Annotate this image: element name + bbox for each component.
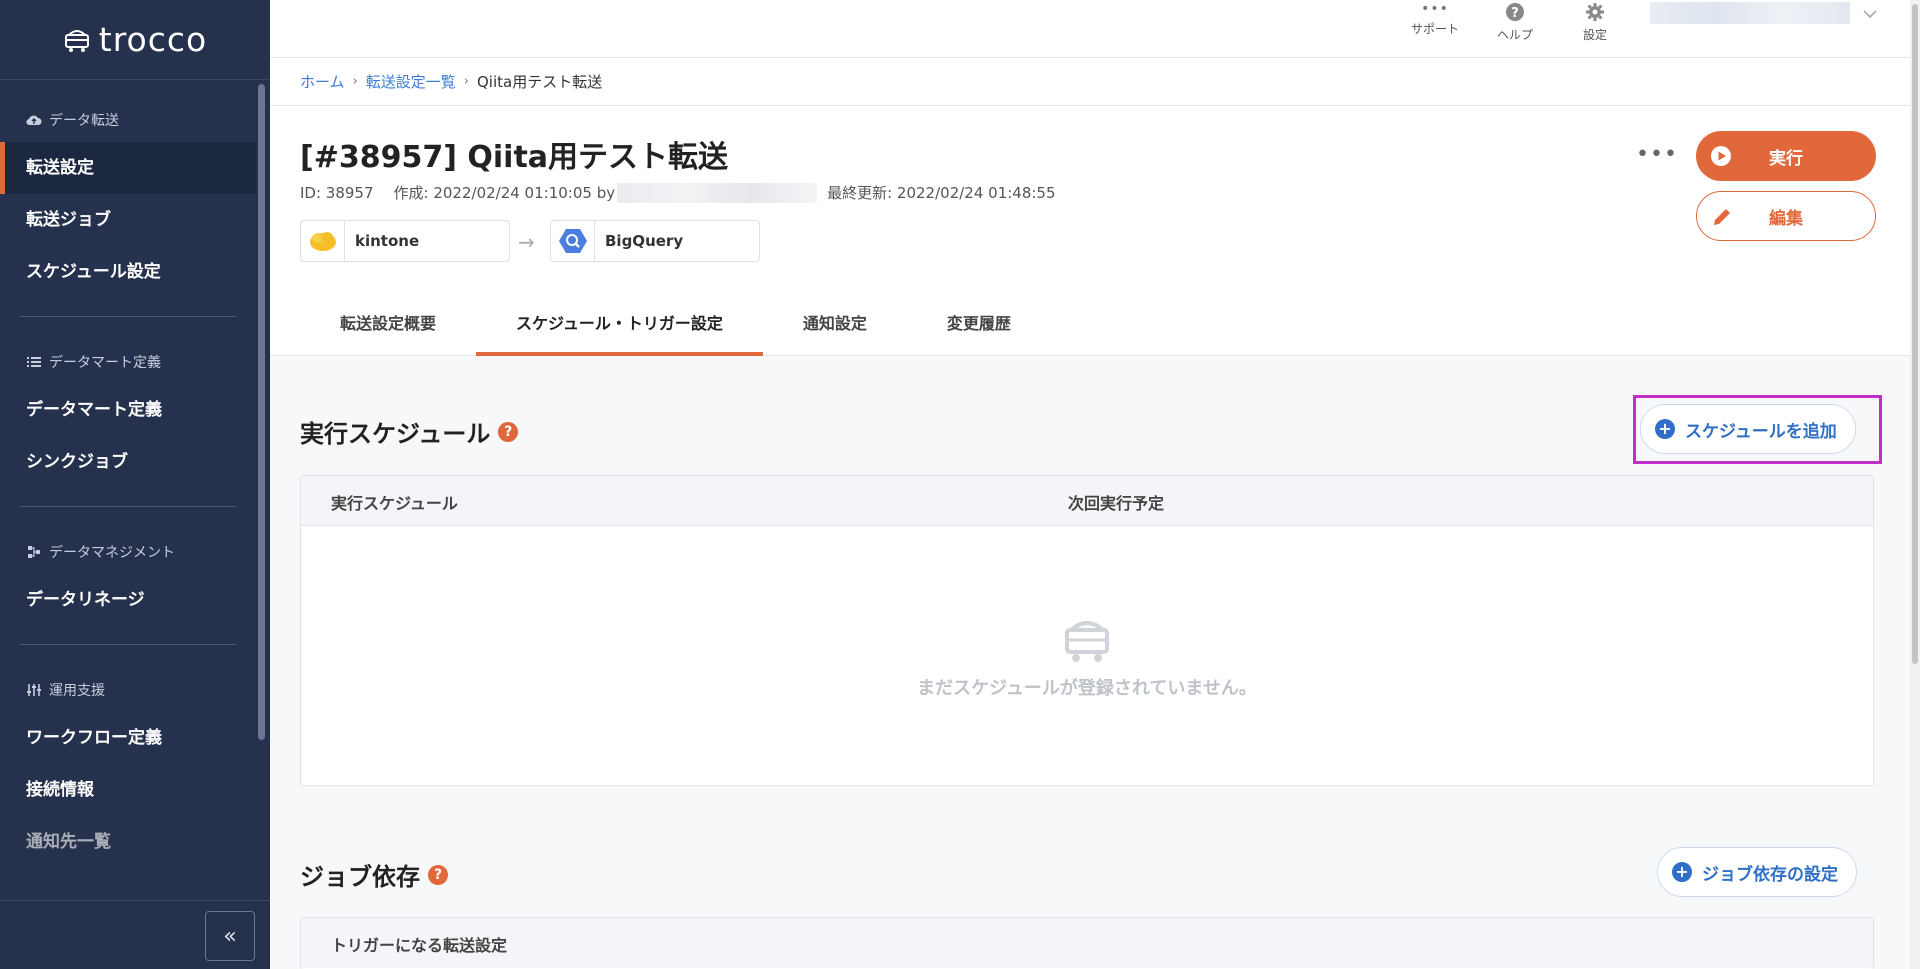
sidebar-footer: « [0, 900, 270, 969]
tabs: 転送設定概要 スケジュール・トリガー設定 通知設定 変更履歴 [270, 292, 1910, 356]
help-label: ヘルプ [1496, 28, 1533, 42]
pencil-icon [1714, 209, 1730, 225]
tab-notification[interactable]: 通知設定 [763, 292, 907, 356]
source-connector[interactable]: kintone [300, 220, 510, 262]
tab-overview[interactable]: 転送設定概要 [300, 292, 476, 356]
sidebar-item-transfer-settings[interactable]: 転送設定 [0, 142, 256, 194]
transfer-header: [#38957] Qiita用テスト転送 ID: 38957 作成: 2022/… [270, 106, 1910, 356]
user-menu-redacted[interactable] [1650, 2, 1850, 24]
breadcrumb-separator: › [352, 74, 358, 89]
tab-history[interactable]: 変更履歴 [907, 292, 1051, 356]
section-head-data-transfer: データ転送 [0, 108, 270, 132]
sidebar-item-schedule-settings[interactable]: スケジュール設定 [0, 246, 270, 298]
breadcrumb-home-link[interactable]: ホーム [300, 71, 345, 92]
sidebar-item-datamart-definition[interactable]: データマート定義 [0, 384, 270, 436]
breadcrumb-current: Qiita用テスト転送 [476, 73, 603, 91]
lineage-icon [26, 545, 42, 559]
breadcrumb-separator: › [463, 74, 469, 89]
empty-trolley-icon [1065, 621, 1109, 662]
breadcrumb-list-link[interactable]: 転送設定一覧 [366, 71, 456, 92]
job-dependency-button[interactable]: + ジョブ依存の設定 [1657, 847, 1857, 897]
help-icon[interactable]: ? [428, 864, 448, 885]
more-options-button[interactable]: ••• [1636, 142, 1678, 167]
column-header-trigger: トリガーになる転送設定 [331, 936, 508, 955]
chevron-down-icon[interactable] [1862, 8, 1878, 20]
schedule-table: 実行スケジュール 次回実行予定 まだスケジュールが登録されていません。 [300, 475, 1874, 786]
double-chevron-left-icon: « [223, 923, 237, 949]
gear-icon [1586, 3, 1604, 21]
sidebar-scrollbar[interactable] [258, 84, 265, 740]
source-name: kintone [355, 232, 420, 250]
logo-text: trocco [98, 20, 208, 59]
edit-label: 編集 [1769, 208, 1803, 229]
bigquery-icon [551, 221, 595, 261]
sidebar-nav[interactable]: データ転送 転送設定 転送ジョブ スケジュール設定 データマート定義 データマー… [0, 80, 270, 900]
section-head-ops-support: 運用支援 [0, 678, 270, 702]
kintone-icon [301, 221, 345, 261]
support-menu[interactable]: ••• サポート [1400, 0, 1470, 58]
help-menu[interactable]: ? ヘルプ [1480, 0, 1550, 58]
sidebar: trocco データ転送 転送設定 転送ジョブ スケジュール設定 データマート定… [0, 0, 270, 969]
page-scrollbar[interactable] [1910, 0, 1920, 969]
cloud-upload-icon [26, 113, 42, 127]
sliders-icon [26, 683, 42, 697]
collapse-sidebar-button[interactable]: « [205, 911, 255, 961]
plus-circle-icon: + [1672, 862, 1692, 882]
logo[interactable]: trocco [0, 0, 270, 80]
sidebar-item-transfer-jobs[interactable]: 転送ジョブ [0, 194, 270, 246]
dots-icon: ••• [1421, 1, 1449, 17]
sidebar-item-sync-jobs[interactable]: シンクジョブ [0, 436, 270, 488]
section-head-datamart: データマート定義 [0, 350, 270, 374]
support-label: サポート [1410, 22, 1459, 36]
sidebar-item-connection-info[interactable]: 接続情報 [0, 764, 270, 816]
divider [20, 506, 236, 507]
meta-line: ID: 38957 作成: 2022/02/24 01:10:05 by 最終更… [300, 182, 1056, 203]
topbar: ••• サポート ? ヘルプ 設定 [270, 0, 1910, 58]
empty-state: まだスケジュールが登録されていません。 [301, 526, 1873, 786]
sidebar-item-notification-list[interactable]: 通知先一覧 [0, 816, 270, 868]
settings-label: 設定 [1582, 28, 1607, 42]
help-icon[interactable]: ? [498, 421, 519, 442]
list-icon [26, 355, 42, 369]
settings-menu[interactable]: 設定 [1560, 0, 1630, 58]
table-header: トリガーになる転送設定 [301, 918, 1873, 968]
run-label: 実行 [1769, 148, 1803, 169]
divider [20, 316, 236, 317]
tab-schedule-trigger[interactable]: スケジュール・トリガー設定 [476, 292, 763, 356]
created-text: 作成: 2022/02/24 01:10:05 by [393, 184, 616, 202]
schedule-section-title: 実行スケジュール ? [300, 414, 519, 449]
page-title: [#38957] Qiita用テスト転送 [300, 140, 729, 175]
divider [20, 644, 236, 645]
destination-name: BigQuery [605, 232, 684, 250]
destination-connector[interactable]: BigQuery [550, 220, 760, 262]
updated-text: 最終更新: 2022/02/24 01:48:55 [827, 184, 1056, 202]
job-dependency-label: ジョブ依存の設定 [1702, 864, 1838, 885]
column-header-schedule: 実行スケジュール [331, 494, 458, 513]
highlight-annotation [1633, 395, 1882, 464]
column-header-next-run: 次回実行予定 [1068, 494, 1165, 513]
trolley-logo-icon [64, 29, 89, 52]
svg-text:?: ? [1511, 6, 1519, 21]
sidebar-item-workflow-definition[interactable]: ワークフロー定義 [0, 712, 270, 764]
table-header: 実行スケジュール 次回実行予定 [301, 476, 1873, 526]
breadcrumb: ホーム › 転送設定一覧 › Qiita用テスト転送 [270, 58, 1910, 106]
id-text: ID: 38957 [300, 183, 374, 202]
creator-redacted [617, 182, 818, 203]
run-button[interactable]: 実行 [1696, 131, 1876, 181]
dependency-table: トリガーになる転送設定 [300, 917, 1874, 969]
dependency-section-title: ジョブ依存 ? [300, 857, 448, 892]
page-scrollbar-thumb[interactable] [1912, 4, 1918, 664]
section-head-data-management: データマネジメント [0, 540, 270, 564]
question-circle-icon: ? [1506, 3, 1524, 21]
empty-state-text: まだスケジュールが登録されていません。 [917, 678, 1257, 699]
sidebar-item-data-lineage[interactable]: データリネージ [0, 574, 270, 626]
edit-button[interactable]: 編集 [1696, 191, 1876, 241]
play-circle-icon [1711, 146, 1731, 166]
arrow-right-icon: → [518, 230, 535, 254]
